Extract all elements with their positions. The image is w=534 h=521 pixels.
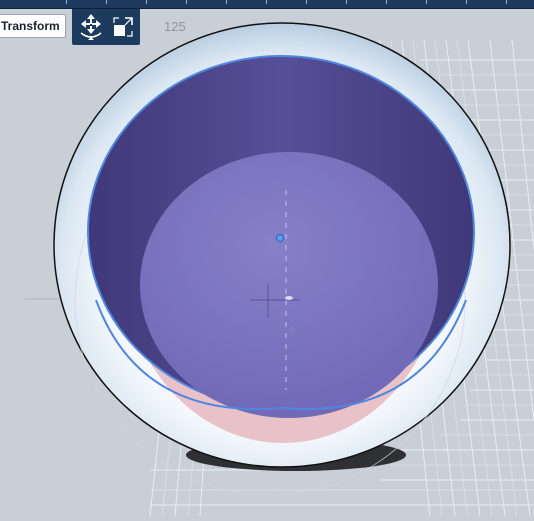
transform-tool-panel [72, 9, 140, 45]
ruler-value: 125 [164, 19, 186, 34]
move-tool-button[interactable] [76, 12, 106, 42]
scale-corners-icon [113, 17, 133, 37]
dimension-label: 0 [289, 326, 295, 337]
scene-canvas[interactable]: 0 [0, 0, 534, 517]
height-handle[interactable] [276, 234, 284, 242]
top-ruler-bar [0, 0, 534, 9]
origin-marker [285, 296, 293, 300]
cup-inner-floor[interactable] [140, 152, 438, 418]
3d-viewport[interactable]: 0 125 Transform [0, 0, 534, 517]
transform-mode-label[interactable]: Transform [0, 14, 66, 38]
move-arrows-icon [80, 14, 102, 40]
scale-tool-button[interactable] [108, 12, 138, 42]
